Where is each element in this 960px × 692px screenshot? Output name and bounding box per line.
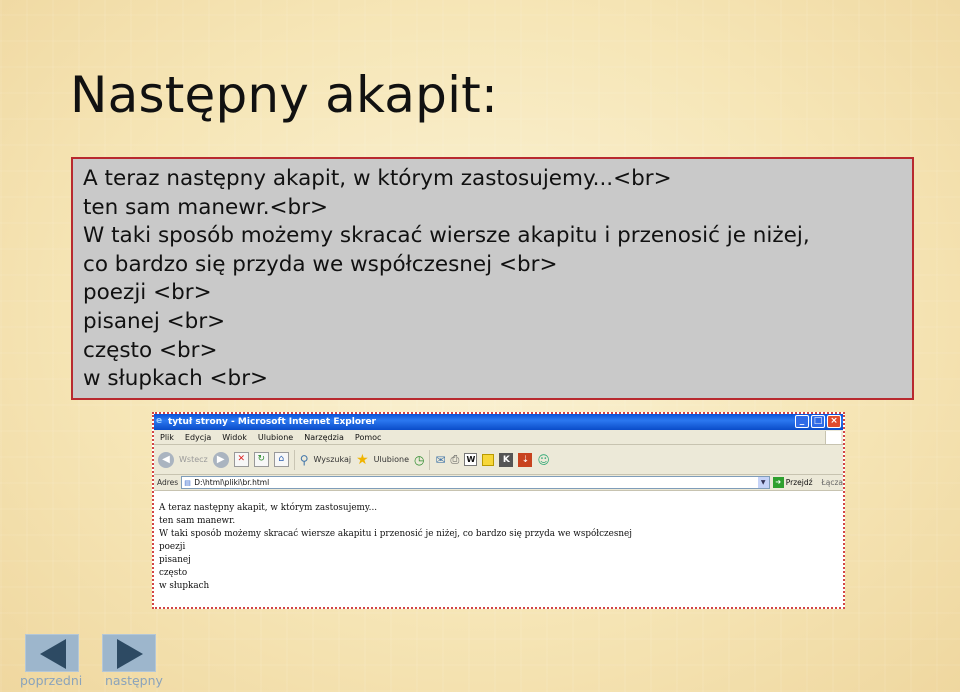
download-icon: ⇣ [518, 452, 533, 467]
page-text-line: A teraz następny akapit, w którym zastos… [159, 503, 378, 513]
refresh-icon: ↻ [253, 452, 269, 467]
menu-item-plik: Plik [160, 433, 174, 442]
previous-button[interactable] [25, 634, 79, 672]
windows-logo-icon [825, 431, 841, 444]
go-arrow-icon: ➜ [772, 477, 784, 488]
mail-icon: ✉ [435, 452, 446, 467]
next-button[interactable] [102, 634, 156, 672]
address-value: D:\html\pliki\br.html [194, 478, 270, 487]
go-label: Przejdź [785, 478, 813, 487]
menu-item-narzedzia: Narzędzia [304, 433, 344, 442]
toolbar-divider [293, 449, 295, 470]
address-label: Adres [157, 478, 179, 487]
close-icon: × [827, 415, 841, 428]
page-text-line: często [159, 568, 188, 578]
slide-title: Następny akapit: [70, 66, 499, 124]
browser-toolbar: ◀ Wstecz ▶ ✕ ↻ ⌂ ⚲ Wyszukaj ★ Ulubione ◷… [154, 445, 843, 475]
chevron-down-icon: ▼ [757, 477, 769, 488]
next-label[interactable]: następny [105, 673, 163, 688]
favorites-label: Ulubione [373, 455, 409, 464]
go-button: ➜ Przejdź [772, 477, 813, 488]
note-icon [482, 453, 495, 466]
code-line: W taki sposób możemy skracać wiersze aka… [83, 223, 810, 249]
browser-viewport: A teraz następny akapit, w którym zastos… [154, 491, 843, 593]
favorites-star-icon: ★ [356, 451, 369, 468]
previous-label[interactable]: poprzedni [20, 673, 82, 688]
links-label: Łącza [821, 478, 843, 487]
browser-menubar: Plik Edycja Widok Ulubione Narzędzia Pom… [154, 430, 843, 445]
word-icon: W [464, 453, 478, 466]
messenger-icon: ☺ [537, 452, 550, 467]
minimize-icon: _ [795, 415, 809, 428]
page-text-line: pisanej [159, 555, 191, 565]
page-icon: ▤ [184, 479, 191, 487]
code-line: ten sam manewr.<br> [83, 194, 329, 220]
arrow-left-icon [40, 639, 66, 669]
menu-item-pomoc: Pomoc [354, 433, 382, 442]
search-icon: ⚲ [299, 452, 309, 467]
k-icon: K [499, 452, 514, 467]
page-text-line: poezji [159, 542, 186, 552]
search-label: Wyszukaj [313, 455, 352, 464]
menu-item-ulubione: Ulubione [257, 433, 294, 442]
browser-addressbar: Adres ▤ D:\html\pliki\br.html ▼ ➜ Przejd… [154, 475, 843, 491]
maximize-icon: □ [811, 415, 825, 428]
browser-window-title: tytuł strony - Microsoft Internet Explor… [168, 417, 376, 427]
back-label: Wstecz [179, 455, 208, 464]
toolbar-divider [429, 449, 431, 470]
history-icon: ◷ [414, 452, 425, 467]
address-field: ▤ D:\html\pliki\br.html ▼ [181, 476, 770, 489]
code-line: A teraz następny akapit, w którym zastos… [83, 166, 672, 191]
code-example-box: A teraz następny akapit, w którym zastos… [71, 157, 914, 400]
menu-item-widok: Widok [222, 433, 247, 442]
back-arrow-icon: ◀ [158, 451, 174, 468]
home-icon: ⌂ [273, 452, 289, 467]
page-text-line: w słupkach [159, 581, 210, 591]
code-line: poezji <br> [83, 280, 212, 306]
stop-icon: ✕ [233, 452, 249, 467]
page-text-line: W taki sposób możemy skracać wiersze aka… [159, 529, 632, 539]
code-line: w słupkach <br> [83, 366, 269, 392]
ie-logo-icon: e [156, 416, 163, 426]
browser-screenshot: e tytuł strony - Microsoft Internet Expl… [152, 412, 845, 609]
code-line: często <br> [83, 337, 218, 363]
page-text-line: ten sam manewr. [159, 516, 236, 526]
menu-item-edycja: Edycja [184, 433, 212, 442]
code-line: co bardzo się przyda we współczesnej <br… [83, 251, 558, 277]
browser-titlebar: e tytuł strony - Microsoft Internet Expl… [154, 414, 843, 430]
code-line: pisanej <br> [83, 308, 226, 334]
print-icon: ⎙ [450, 452, 460, 466]
arrow-right-icon [117, 639, 143, 669]
forward-arrow-icon: ▶ [212, 451, 229, 468]
